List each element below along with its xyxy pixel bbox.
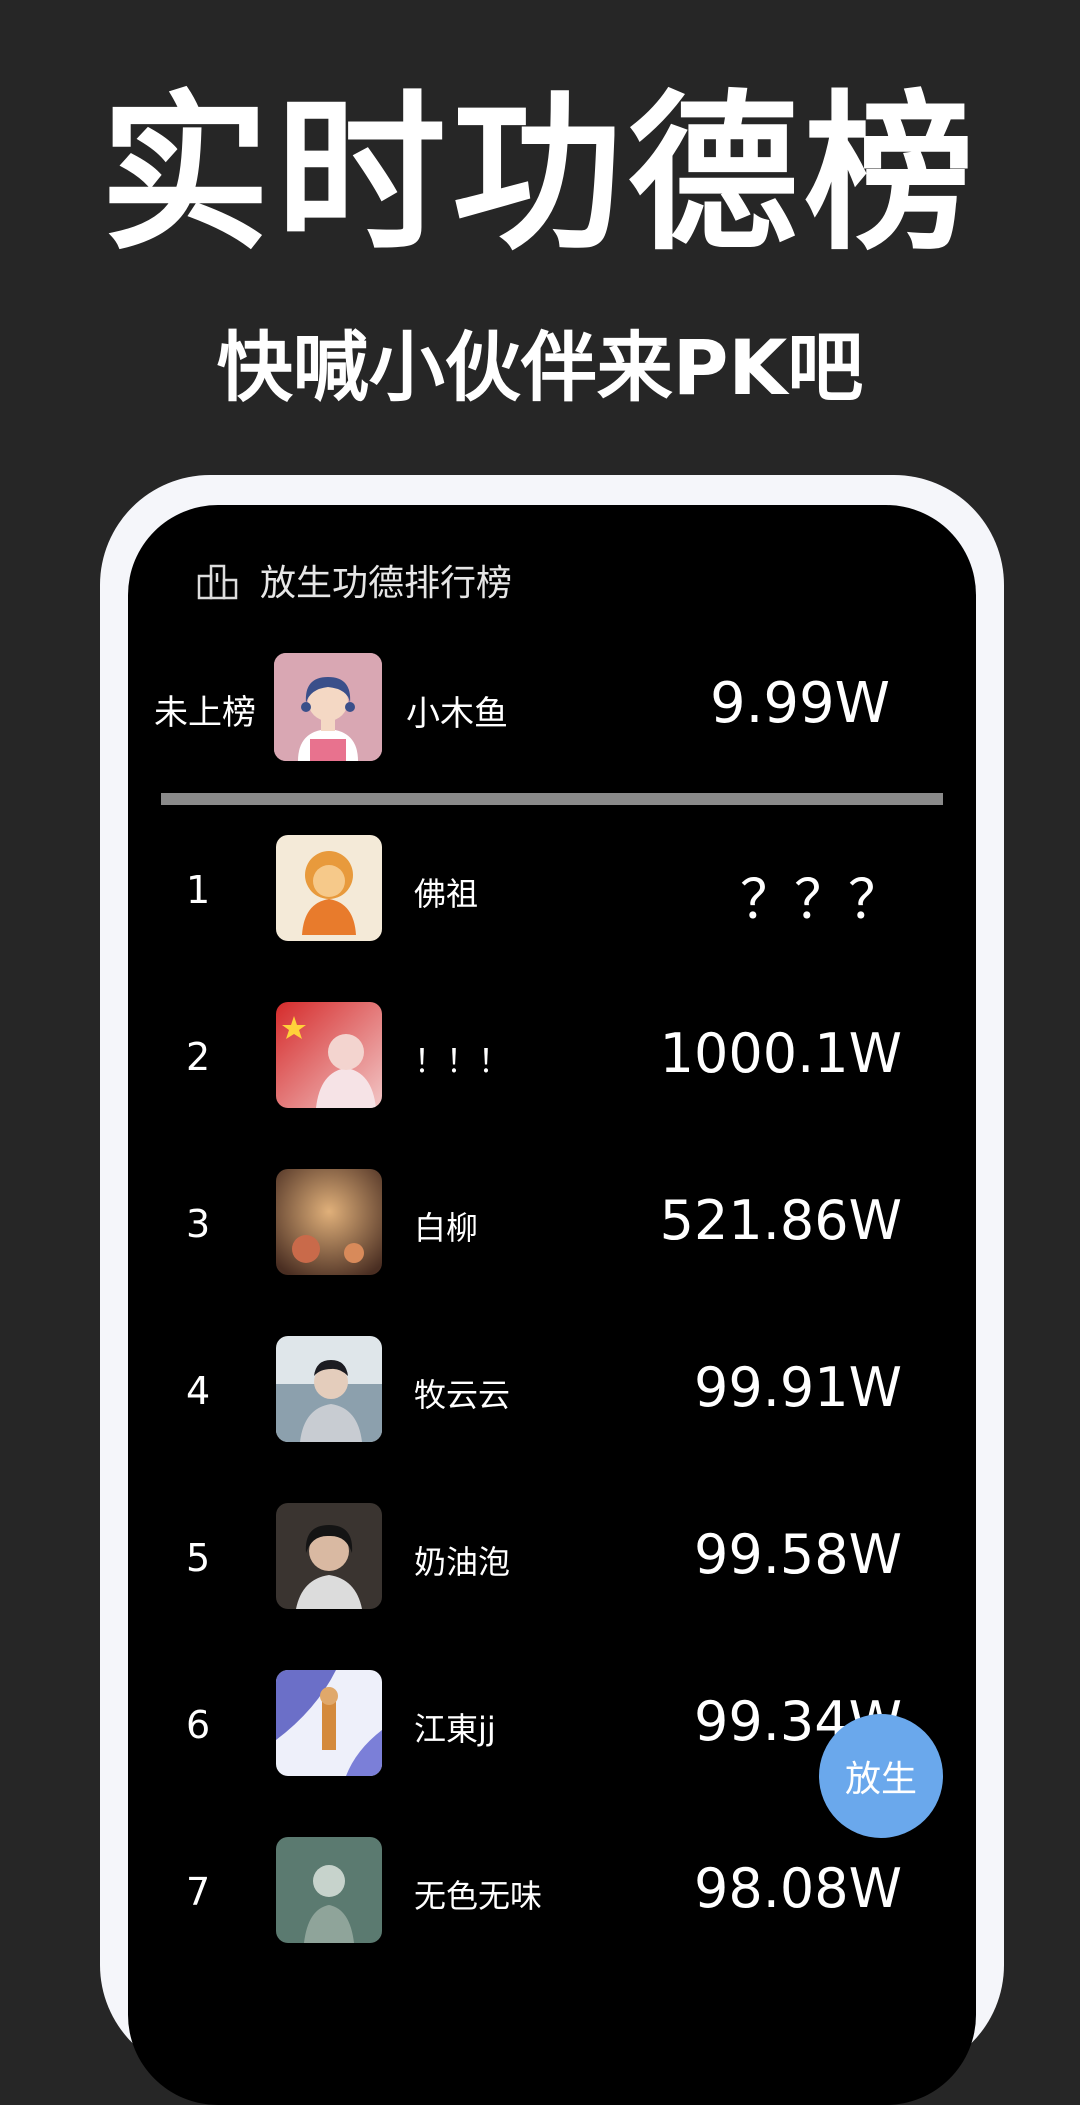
ranking-name: 江東jj — [414, 1710, 496, 1748]
ranking-score: 99.58W — [694, 1523, 902, 1586]
current-user-avatar — [274, 653, 382, 761]
ranking-number: 3 — [186, 1202, 211, 1246]
podium-icon — [196, 560, 240, 600]
ranking-number: 6 — [186, 1703, 211, 1747]
ranking-number: 7 — [186, 1870, 211, 1914]
ranking-number: 5 — [186, 1536, 211, 1580]
ranking-avatar — [276, 1670, 382, 1776]
current-user-name: 小木鱼 — [406, 694, 508, 734]
ranking-score: ？？？ — [740, 868, 902, 931]
ranking-score: 521.86W — [659, 1189, 902, 1252]
current-user-row[interactable]: 未上榜 小木鱼 9.99W — [128, 653, 976, 763]
ranking-row[interactable]: 5 奶油泡 99.58W — [128, 1503, 976, 1670]
ranking-score: 99.91W — [694, 1356, 902, 1419]
ranking-score: 98.08W — [694, 1857, 902, 1920]
ranking-row[interactable]: 7 无色无味 98.08W — [128, 1837, 976, 2004]
ranking-name: 奶油泡 — [414, 1543, 511, 1581]
ranking-avatar — [276, 1336, 382, 1442]
headline: 实时功德榜 — [99, 76, 980, 274]
ranking-name: 无色无味 — [414, 1877, 543, 1915]
ranking-avatar — [276, 1002, 382, 1108]
board-header: 放生功德排行榜 — [196, 555, 512, 605]
ranking-row[interactable]: 3 白柳 521.86W — [128, 1169, 976, 1336]
ranking-avatar — [276, 1837, 382, 1943]
ranking-name: ！！！ — [414, 1042, 511, 1080]
ranking-row[interactable]: 4 牧云云 99.91W — [128, 1336, 976, 1503]
ranking-number: 4 — [186, 1369, 211, 1413]
current-user-score: 9.99W — [709, 671, 890, 736]
ranking-avatar — [276, 835, 382, 941]
ranking-number: 1 — [186, 868, 211, 912]
divider — [161, 793, 943, 805]
ranking-number: 2 — [186, 1035, 211, 1079]
ranking-row[interactable]: 2 ！！！ 1000.1W — [128, 1002, 976, 1169]
ranking-avatar — [276, 1169, 382, 1275]
current-user-rank: 未上榜 — [154, 693, 256, 733]
subheadline: 快喊小伙伴来PK吧 — [216, 323, 864, 412]
board-title: 放生功德排行榜 — [260, 563, 513, 604]
ranking-score: 1000.1W — [659, 1022, 902, 1085]
ranking-avatar — [276, 1503, 382, 1609]
release-button[interactable]: 放生 — [819, 1714, 943, 1838]
ranking-name: 佛祖 — [414, 875, 479, 913]
ranking-row[interactable]: 1 佛祖 ？？？ — [128, 835, 976, 1002]
phone-screen: 放生功德排行榜 未上榜 小木鱼 9.99W 1 佛祖 ？？？ 2 ！！！ 100… — [128, 505, 976, 2105]
ranking-name: 白柳 — [414, 1209, 479, 1247]
ranking-name: 牧云云 — [414, 1376, 511, 1414]
